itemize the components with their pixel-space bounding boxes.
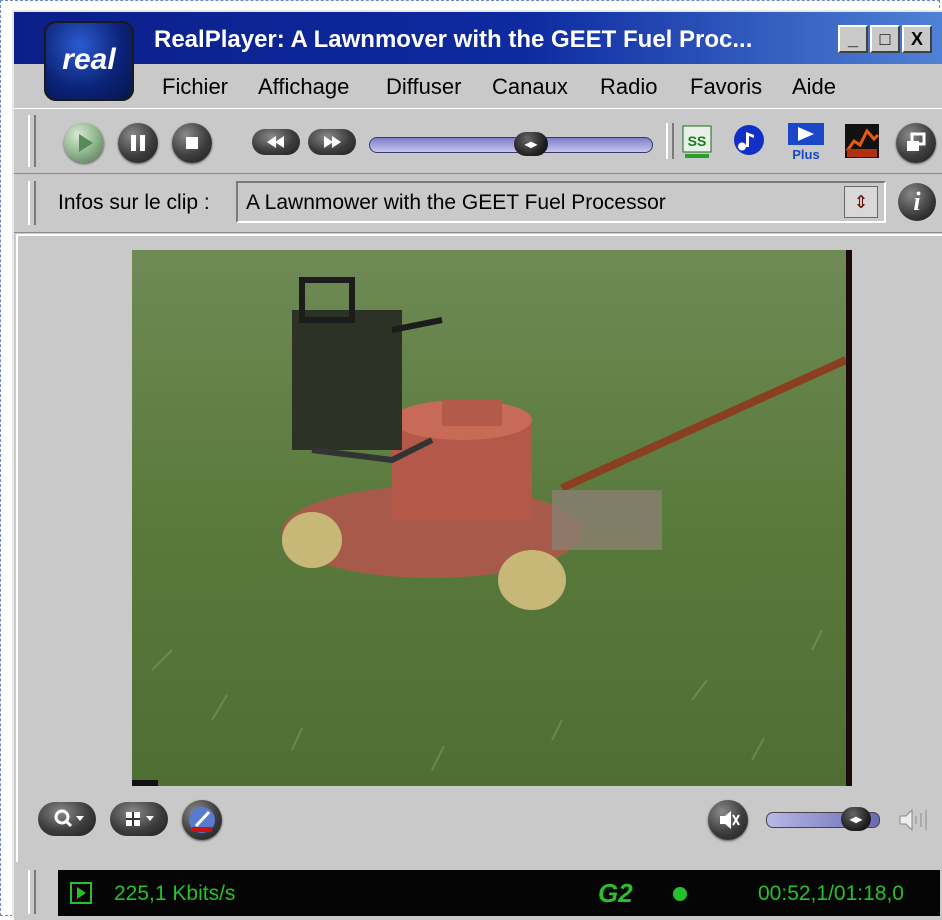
signal-button[interactable] xyxy=(182,800,222,840)
menu-fichier[interactable]: Fichier xyxy=(162,74,228,100)
seek-thumb[interactable]: ◂▸ xyxy=(514,132,548,156)
window-button[interactable] xyxy=(896,123,936,163)
rewind-button[interactable] xyxy=(252,129,300,155)
toolbar-separator xyxy=(666,123,674,159)
clip-info-bar: Infos sur le clip : A Lawnmower with the… xyxy=(14,175,942,233)
music-button[interactable] xyxy=(732,123,766,157)
chart-button[interactable] xyxy=(844,123,880,159)
info-button[interactable]: i xyxy=(898,183,936,221)
video-image xyxy=(132,250,846,786)
close-icon: X xyxy=(910,29,923,49)
clip-info-field[interactable]: A Lawnmower with the GEET Fuel Processor… xyxy=(236,181,886,223)
time-display: 00:52,1/01:18,0 xyxy=(758,882,904,905)
signal-meter-icon xyxy=(189,807,215,833)
mute-button[interactable] xyxy=(708,800,748,840)
g2-logo: G2 xyxy=(598,878,633,908)
video-frame[interactable] xyxy=(132,250,852,786)
maximize-button[interactable]: □ xyxy=(870,25,900,53)
toolbar-grip[interactable] xyxy=(28,115,36,167)
menu-canaux[interactable]: Canaux xyxy=(492,74,568,100)
view-mode-button[interactable] xyxy=(110,802,168,836)
playing-status-icon xyxy=(70,882,92,904)
realplayer-window: RealPlayer: A Lawnmover with the GEET Fu… xyxy=(12,10,942,920)
clipbar-grip[interactable] xyxy=(28,181,36,225)
play-button[interactable] xyxy=(64,123,104,163)
real-logo[interactable]: real xyxy=(44,21,134,101)
pause-button[interactable] xyxy=(118,123,158,163)
seek-bar[interactable]: ◂▸ xyxy=(369,132,653,156)
volume-thumb[interactable]: ◂▸ xyxy=(841,807,871,831)
window-title: RealPlayer: A Lawnmover with the GEET Fu… xyxy=(154,26,753,53)
play-icon xyxy=(79,134,93,152)
magnifier-icon xyxy=(54,809,84,828)
video-panel: ◂▸ xyxy=(16,234,942,862)
grid-icon xyxy=(126,812,154,826)
transport-toolbar: ◂▸ SS Plus xyxy=(14,108,942,174)
close-button[interactable]: X xyxy=(902,25,932,53)
plus-label: Plus xyxy=(792,147,819,162)
clip-info-label: Infos sur le clip : xyxy=(58,191,210,214)
pause-icon xyxy=(131,135,145,151)
speaker-mute-icon xyxy=(720,811,740,829)
menu-aide[interactable]: Aide xyxy=(792,74,836,100)
ss-button[interactable]: SS xyxy=(682,125,712,159)
volume-speaker-icon xyxy=(896,806,932,839)
menu-radio[interactable]: Radio xyxy=(600,74,657,100)
stop-icon xyxy=(186,137,198,149)
statusbar-grip[interactable] xyxy=(28,870,36,914)
fast-forward-button[interactable] xyxy=(308,129,356,155)
status-bar: 225,1 Kbits/s G2 00:52,1/01:18,0 xyxy=(14,864,942,920)
bitrate-display: 225,1 Kbits/s xyxy=(114,882,236,905)
menu-affichage[interactable]: Affichage xyxy=(258,74,349,100)
volume-slider[interactable]: ◂▸ xyxy=(766,807,880,831)
clip-dropdown-button[interactable]: ⇕ xyxy=(844,186,878,218)
real-logo-text: real xyxy=(62,43,116,76)
music-note-icon xyxy=(734,125,764,155)
connection-dot-icon xyxy=(673,887,687,901)
status-panel: 225,1 Kbits/s G2 00:52,1/01:18,0 xyxy=(58,870,940,916)
video-controls: ◂▸ xyxy=(18,796,942,856)
menu-favoris[interactable]: Favoris xyxy=(690,74,762,100)
updown-arrow-icon: ⇕ xyxy=(853,192,869,212)
menu-diffuser[interactable]: Diffuser xyxy=(386,74,461,100)
minimize-button[interactable]: _ xyxy=(838,25,868,53)
minimize-icon: _ xyxy=(847,29,858,49)
info-icon: i xyxy=(913,187,921,216)
svg-text:SS: SS xyxy=(688,133,707,149)
menu-bar: Fichier Affichage Diffuser Canaux Radio … xyxy=(14,64,942,106)
clip-title-value: A Lawnmower with the GEET Fuel Processor xyxy=(246,191,666,214)
stop-button[interactable] xyxy=(172,123,212,163)
title-bar[interactable]: RealPlayer: A Lawnmover with the GEET Fu… xyxy=(14,12,942,64)
rewind-icon xyxy=(267,136,284,148)
ss-icon: SS xyxy=(682,125,712,158)
plus-button[interactable]: Plus xyxy=(786,121,826,163)
zoom-button[interactable] xyxy=(38,802,96,836)
fast-forward-icon xyxy=(324,136,341,148)
window-icon xyxy=(907,132,926,151)
maximize-icon: □ xyxy=(879,29,891,49)
chart-icon xyxy=(845,124,880,158)
plus-icon: Plus xyxy=(788,123,824,162)
